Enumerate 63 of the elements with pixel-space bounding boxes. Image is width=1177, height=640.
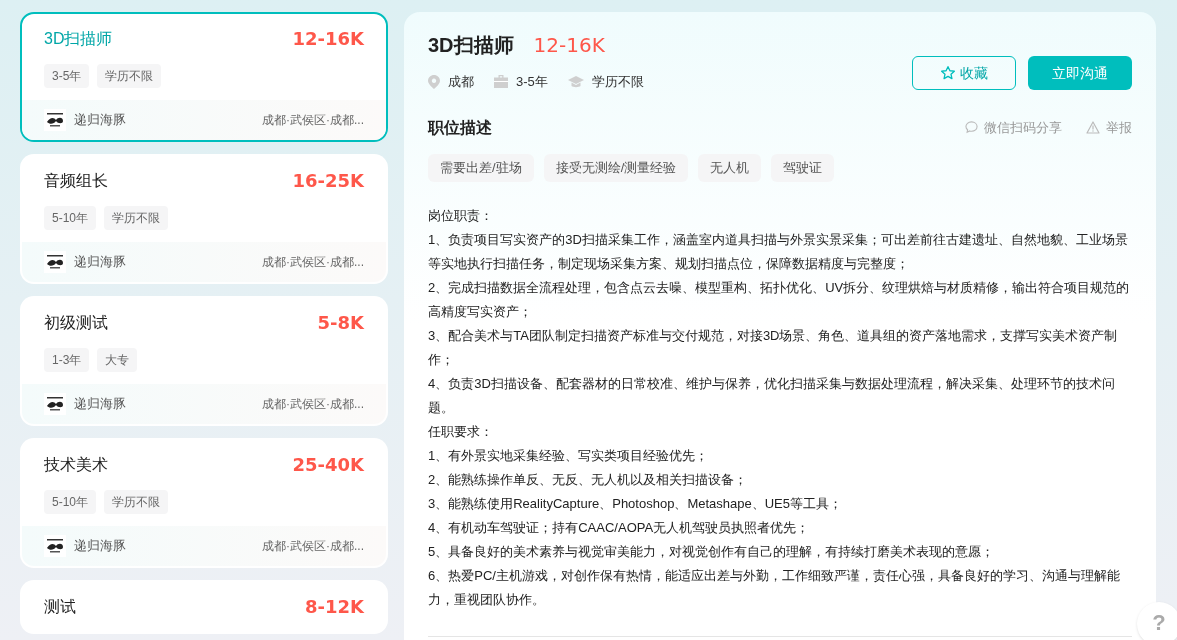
salary: 5-8K [317,311,364,335]
star-icon [940,65,956,81]
chat-bubble-icon [965,121,978,134]
job-tag: 学历不限 [104,490,169,514]
job-title: 测试 [44,596,76,617]
company-logo-icon [44,251,66,273]
job-tag: 学历不限 [104,206,169,230]
company-name: 递归海豚 [74,253,126,272]
description-paragraph: 5、具备良好的美术素养与视觉审美能力，对视觉创作有自己的理解，有持续打磨美术表现的意愿； [428,542,996,561]
company-name: 递归海豚 [74,111,126,130]
description-paragraph: 2、完成扫描数据全流程处理，包含点云去噪、模型重构、拓扑优化、UV拆分、纹理烘焙与材质精修，输出符合项目规范的高精度写实资产； [428,278,1131,321]
job-tag: 1-3年 [44,348,90,372]
company-logo-icon [44,109,66,131]
job-meta: 学历不限 [591,73,644,91]
requirement-tag: 无人机 [698,153,762,182]
requirement-tag: 驾驶证 [771,153,835,182]
description-paragraph: 3、能熟练使用RealityCapture、Photoshop、Metashape、UE5等工具； [428,494,843,513]
description-paragraph: 岗位职责： [428,206,494,225]
company-logo-icon [44,535,66,557]
job-meta: 成都 [448,73,474,91]
job-title: 3D扫描师 [44,28,113,49]
salary: 12-16K [292,27,364,51]
job-card[interactable]: 测试 8-12K [20,580,388,634]
salary: 16-25K [292,169,364,193]
description-paragraph: 4、负责3D扫描设备、配套器材的日常校准、维护与保养，优化扫描采集与数据处理流程，解决采集、处理环节的技术问题。 [428,374,1116,417]
section-title: 职位描述 [428,117,492,138]
graduation-cap-icon [567,75,584,88]
detail-salary: 12-16K [533,32,605,59]
description-paragraph: 2、能熟练操作单反、无反、无人机以及相关扫描设备； [428,470,749,489]
company-logo-icon [44,393,66,415]
description-paragraph: 1、有外景实地采集经验、写实类项目经验优先； [428,446,710,465]
job-tag: 5-10年 [44,206,97,230]
job-title: 初级测试 [44,312,108,333]
company-name: 递归海豚 [74,537,126,556]
job-title: 技术美术 [44,454,108,475]
description-paragraph: 3、配合美术与TA团队制定扫描资产标准与交付规范，对接3D场景、角色、道具组的资产落地需求，支撑写实美术资产制作； [428,326,1119,369]
job-location: 成都·武侯区·成都... [262,538,364,555]
salary: 8-12K [305,595,364,619]
description-paragraph: 任职要求： [428,422,494,441]
job-meta: 3-5年 [516,73,548,91]
job-card[interactable]: 技术美术 25-40K 5-10年 学历不限 递归海豚 成都·武侯区·成都... [20,438,388,568]
job-location: 成都·武侯区·成都... [262,112,364,129]
job-tag: 5-10年 [44,490,97,514]
job-card[interactable]: 初级测试 5-8K 1-3年 大专 递归海豚 成都·武侯区·成都... [20,296,388,426]
job-location: 成都·武侯区·成都... [262,396,364,413]
job-card[interactable]: 3D扫描师 12-16K 3-5年 学历不限 递归海豚 成都·武侯区·成都... [20,12,388,142]
description-paragraph: 6、热爱PC/主机游戏，对创作保有热情，能适应出差与外勤，工作细致严谨，责任心强，具备良好的学习、沟通与理解能力，重视团队协作。 [428,566,1121,609]
requirement-tag: 接受无测绘/测量经验 [543,153,689,182]
description-paragraph: 4、有机动车驾驶证；持有CAAC/AOPA无人机驾驶员执照者优先； [428,518,811,537]
briefcase-icon [494,75,508,89]
job-card[interactable]: 音频组长 16-25K 5-10年 学历不限 递归海豚 成都·武侯区·成都... [20,154,388,284]
job-location: 成都·武侯区·成都... [262,254,364,271]
warning-icon [1086,121,1100,134]
description-paragraph: 1、负责项目写实资产的3D扫描采集工作，涵盖室内道具扫描与外景实景采集；可出差前往古建遗址、自然地貌、工业场景等实地执行扫描任务，制定现场采集方案、规划扫描点位，保障数据精度与完整度； [428,230,1129,273]
job-tag: 3-5年 [44,64,90,88]
job-tag: 学历不限 [97,64,162,88]
job-title: 音频组长 [44,170,108,191]
salary: 25-40K [292,453,364,477]
job-tag: 大专 [97,348,138,372]
location-pin-icon [428,74,440,89]
company-name: 递归海豚 [74,395,126,414]
detail-title: 3D扫描师 [428,33,514,58]
requirement-tag: 需要出差/驻场 [428,153,534,182]
